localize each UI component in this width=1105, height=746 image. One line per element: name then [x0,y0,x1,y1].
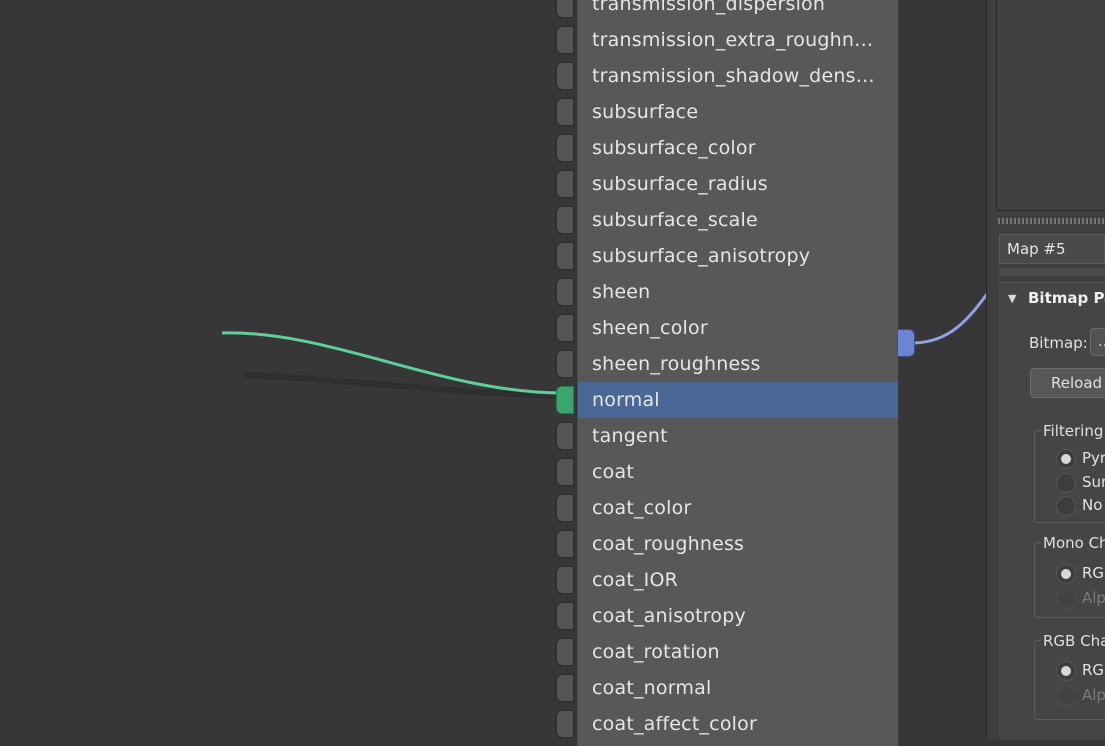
port-row[interactable]: coat_color [578,490,898,526]
port-row[interactable]: coat_affect_color [578,706,898,742]
port-row[interactable]: subsurface_anisotropy [578,238,898,274]
input-socket[interactable] [556,422,574,450]
port-row[interactable]: subsurface_radius [578,166,898,202]
port-row[interactable]: normal [578,382,898,418]
filtering-radio-1[interactable] [1056,473,1076,493]
port-label: subsurface [592,101,699,123]
filtering-label-0: Pyr [1082,449,1105,467]
port-label: sheen_roughness [592,353,761,375]
rollout-title[interactable]: Bitmap Pa [1028,289,1105,307]
filtering-label-1: Sur [1082,473,1105,491]
port-row[interactable]: subsurface [578,94,898,130]
material-node[interactable]: transmission_dispersion transmission_extr… [577,0,899,746]
input-socket[interactable] [556,602,574,630]
filtering-title: Filtering [1041,422,1105,440]
port-label: normal [592,389,660,411]
port-row[interactable]: sheen_roughness [578,346,898,382]
port-row[interactable]: transmission_shadow_dens… [578,58,898,94]
input-socket[interactable] [556,98,574,126]
port-label: coat_anisotropy [592,605,746,627]
port-label: coat_rotation [592,641,720,663]
input-socket[interactable] [556,386,574,414]
input-socket[interactable] [556,530,574,558]
input-socket[interactable] [556,710,574,738]
port-row[interactable]: sheen [578,274,898,310]
port-label: coat_IOR [592,569,679,591]
mono-radio-1[interactable] [1056,589,1076,609]
port-label: transmission_dispersion [592,0,826,15]
filtering-radio-2[interactable] [1056,496,1076,516]
mono-channel-title: Mono Ch [1041,534,1105,552]
port-row[interactable]: coat_normal [578,670,898,706]
port-label: subsurface_anisotropy [592,245,811,267]
port-row[interactable]: coat_roughness [578,526,898,562]
port-label: coat_affect_color [592,713,757,735]
rgb-label-0: RG [1082,661,1105,679]
mono-label-0: RG [1082,564,1105,582]
input-socket[interactable] [556,350,574,378]
rgb-channel-title: RGB Cha [1041,632,1105,650]
port-label: subsurface_radius [592,173,768,195]
port-row[interactable]: transmission_dispersion [578,0,898,22]
bitmap-browse-button[interactable]: … [1090,328,1105,356]
mono-label-1: Alp [1082,589,1105,607]
port-row[interactable]: coat_IOR [578,562,898,598]
input-socket[interactable] [556,638,574,666]
port-row[interactable]: tangent [578,418,898,454]
panel-splitter[interactable] [998,218,1105,224]
input-socket[interactable] [556,314,574,342]
port-row[interactable]: sheen_color [578,310,898,346]
port-row[interactable]: subsurface_color [578,130,898,166]
port-label: transmission_extra_roughn… [592,29,874,51]
port-label: coat_color [592,497,692,519]
port-row[interactable]: subsurface_scale [578,202,898,238]
port-row[interactable]: coat_rotation [578,634,898,670]
material-preview [996,0,1105,211]
port-label: sheen [592,281,651,303]
input-socket[interactable] [556,26,574,54]
input-socket[interactable] [556,458,574,486]
input-socket[interactable] [556,206,574,234]
rgb-radio-0[interactable] [1056,661,1076,681]
input-socket[interactable] [556,0,574,18]
port-label: transmission_shadow_dens… [592,65,875,87]
rgb-radio-1[interactable] [1056,686,1076,706]
port-label: subsurface_color [592,137,756,159]
input-socket[interactable] [556,278,574,306]
output-socket[interactable] [897,329,915,357]
rgb-label-1: Alp [1082,686,1105,704]
port-row[interactable]: coat [578,454,898,490]
filtering-radio-0[interactable] [1056,449,1076,469]
input-socket[interactable] [556,170,574,198]
input-socket[interactable] [556,62,574,90]
port-label: tangent [592,425,668,447]
port-label: subsurface_scale [592,209,758,231]
collapse-arrow-icon[interactable]: ▼ [1008,292,1016,305]
reload-button[interactable]: Reload [1030,368,1105,398]
port-label: coat_normal [592,677,712,699]
port-row[interactable]: transmission_extra_roughn… [578,22,898,58]
port-label: sheen_color [592,317,708,339]
map-name-field[interactable]: Map #5 [999,234,1105,264]
input-socket[interactable] [556,494,574,522]
mono-radio-0[interactable] [1056,564,1076,584]
bitmap-label: Bitmap: [1029,334,1088,352]
port-label: coat_roughness [592,533,745,555]
input-socket[interactable] [556,674,574,702]
input-socket[interactable] [556,134,574,162]
filtering-label-2: No [1082,496,1103,514]
port-label: coat [592,461,634,483]
port-row[interactable]: coat_anisotropy [578,598,898,634]
input-socket[interactable] [556,242,574,270]
rollout-scroll-bar [999,268,1105,276]
input-socket[interactable] [556,566,574,594]
